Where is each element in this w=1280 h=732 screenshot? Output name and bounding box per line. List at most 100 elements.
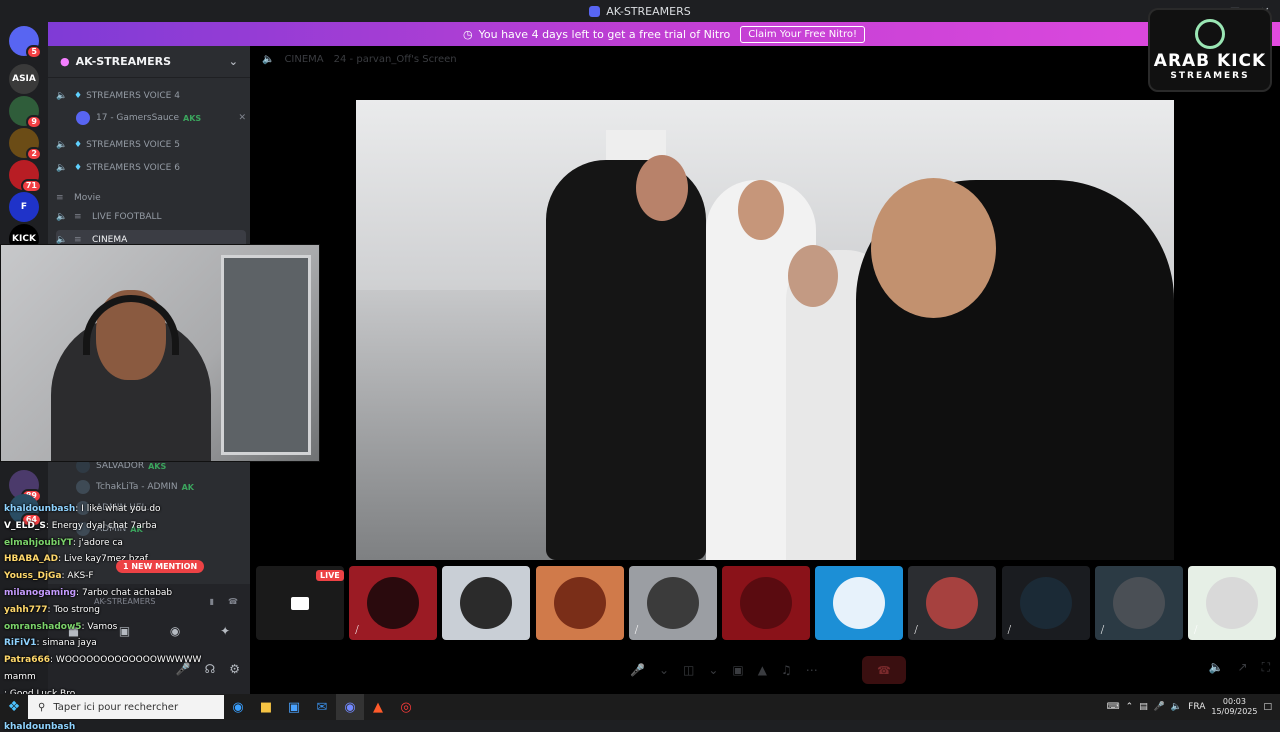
rocket-icon[interactable]: ✦ bbox=[220, 624, 230, 638]
voice-user[interactable]: ADMIN AK bbox=[76, 519, 246, 539]
chevron-up-icon[interactable]: ⌃ bbox=[1126, 702, 1134, 712]
windows-start-icon[interactable]: ❖ bbox=[0, 694, 28, 720]
server-icon[interactable]: 71 bbox=[9, 160, 42, 193]
chevron-down-icon[interactable]: ⌄ bbox=[229, 55, 238, 68]
gem-icon: ♦ bbox=[74, 163, 83, 173]
server-icon[interactable]: 64 bbox=[9, 494, 42, 527]
channel-streamers-voice-5[interactable]: 🔈 ♦ STREAMERS VOICE 5 bbox=[56, 135, 246, 155]
mail-icon[interactable]: ✉ bbox=[308, 694, 336, 720]
screen-share-icon[interactable]: ▣ bbox=[732, 663, 743, 677]
hangup-icon[interactable]: ☎ bbox=[228, 597, 238, 606]
participant-tile[interactable]: ⧸ bbox=[1094, 566, 1183, 640]
participant-tile[interactable] bbox=[442, 566, 531, 640]
brand-line-2: STREAMERS bbox=[1170, 71, 1250, 81]
input-language[interactable]: FRA bbox=[1188, 702, 1205, 712]
camera-icon[interactable]: ■ bbox=[68, 624, 79, 638]
server-label: KICK bbox=[12, 234, 36, 244]
chevron-down-icon[interactable]: ⌄ bbox=[659, 663, 669, 677]
screen-icon[interactable]: ▣ bbox=[119, 624, 130, 638]
server-badge: 9 bbox=[26, 115, 42, 129]
participant-avatar bbox=[926, 577, 979, 629]
voice-user[interactable]: 17 - GamersSauce AKS ✕ bbox=[76, 108, 246, 128]
user-panel: 🎤 ☊ ⚙ bbox=[48, 656, 250, 682]
muted-mic-icon: ⧸ bbox=[1007, 625, 1011, 636]
taskbar-clock[interactable]: 00:03 15/09/2025 bbox=[1211, 697, 1257, 717]
gamepad-icon[interactable]: ◉ bbox=[170, 624, 180, 638]
network-icon[interactable]: ▤ bbox=[1139, 702, 1148, 712]
participant-tile[interactable] bbox=[722, 566, 810, 640]
voice-user[interactable]: ADMIN HEL... bbox=[76, 498, 246, 518]
brave-icon[interactable]: ▲ bbox=[364, 694, 392, 720]
screen-share-video[interactable] bbox=[356, 100, 1174, 560]
guild-header[interactable]: ● AK-STREAMERS ⌄ bbox=[48, 46, 250, 78]
participant-avatar bbox=[1206, 577, 1258, 629]
file-explorer-icon[interactable]: ■ bbox=[252, 694, 280, 720]
microphone-icon[interactable]: 🎤 bbox=[1154, 702, 1165, 712]
participant-tile[interactable]: ⧸ bbox=[1188, 566, 1276, 640]
brand-emblem-icon bbox=[1195, 19, 1225, 49]
channel-streamers-voice-4[interactable]: 🔈 ♦ STREAMERS VOICE 4 bbox=[56, 86, 246, 106]
user-tag: AK bbox=[181, 482, 194, 492]
guild-icon: ● bbox=[60, 55, 70, 68]
server-icon[interactable]: F bbox=[9, 192, 39, 222]
server-icon[interactable]: 9 bbox=[9, 96, 42, 129]
user-tag: AK bbox=[130, 524, 143, 534]
discord-logo-icon bbox=[589, 5, 601, 17]
volume-icon[interactable]: 🔈 bbox=[1171, 702, 1182, 712]
claim-nitro-button[interactable]: Claim Your Free Nitro! bbox=[740, 25, 865, 43]
participant-tile[interactable]: ⧸ bbox=[1001, 566, 1090, 640]
participant-tile[interactable]: LIVE bbox=[256, 566, 344, 640]
channel-streamers-voice-6[interactable]: 🔈 ♦ STREAMERS VOICE 6 bbox=[56, 158, 246, 178]
participant-tile[interactable] bbox=[535, 566, 624, 640]
stage-right-controls: 🔈 ↗ ⛶ bbox=[1209, 660, 1270, 675]
avatar bbox=[76, 111, 90, 125]
discord-taskbar-icon[interactable]: ◉ bbox=[336, 694, 364, 720]
participant-avatar bbox=[833, 577, 886, 629]
notifications-icon[interactable]: □ bbox=[1263, 702, 1272, 712]
participant-tile[interactable] bbox=[815, 566, 904, 640]
gem-icon: ♦ bbox=[74, 91, 83, 101]
camera-off-icon[interactable]: ◫ bbox=[683, 663, 694, 677]
store-icon[interactable]: ▣ bbox=[280, 694, 308, 720]
edge-icon[interactable]: ◉ bbox=[224, 694, 252, 720]
obs-icon[interactable]: ◎ bbox=[392, 694, 420, 720]
screen-share-title: 24 - parvan_Off's Screen bbox=[333, 53, 457, 65]
keyboard-icon[interactable]: ⌨ bbox=[1107, 702, 1120, 712]
category-movie[interactable]: ≡ Movie bbox=[56, 188, 246, 208]
nitro-banner: ◷ You have 4 days left to get a free tri… bbox=[48, 22, 1280, 46]
popout-icon[interactable]: ↗ bbox=[1238, 660, 1248, 675]
channel-hash-icon: ≡ bbox=[74, 212, 82, 222]
chevron-down-icon[interactable]: ⌄ bbox=[708, 663, 718, 677]
gear-icon[interactable]: ⚙ bbox=[229, 662, 240, 676]
speaker-icon: 🔈 bbox=[56, 91, 68, 101]
participant-tile[interactable]: ⧸ bbox=[349, 566, 438, 640]
muted-mic-icon: ⧸ bbox=[914, 625, 918, 636]
participant-tile[interactable]: ⧸ bbox=[628, 566, 717, 640]
new-mention-badge[interactable]: 1 NEW MENTION bbox=[116, 560, 205, 573]
soundboard-icon[interactable]: ♫ bbox=[781, 663, 792, 677]
more-icon[interactable]: ⋯ bbox=[806, 663, 818, 677]
avatar bbox=[76, 522, 90, 536]
channel-live-football[interactable]: 🔈 ≡ LIVE FOOTBALL bbox=[56, 207, 246, 227]
nitro-clock-icon: ◷ bbox=[463, 27, 473, 41]
taskbar-search[interactable]: ⚲ Taper ici pour rechercher bbox=[28, 695, 224, 719]
voice-user-name: ADMIN bbox=[96, 524, 127, 534]
channel-name: STREAMERS VOICE 4 bbox=[86, 91, 180, 101]
fullscreen-icon[interactable]: ⛶ bbox=[1262, 660, 1270, 675]
server-icon[interactable]: 5 bbox=[9, 26, 42, 59]
headphones-icon bbox=[83, 295, 179, 355]
voice-user[interactable]: TchakLiTa - ADMIN AK bbox=[76, 477, 246, 497]
microphone-icon[interactable]: 🎤 bbox=[176, 662, 191, 676]
windows-taskbar: ❖ ⚲ Taper ici pour rechercher ◉ ■ ▣ ✉ ◉ … bbox=[0, 694, 1280, 720]
volume-icon[interactable]: 🔈 bbox=[1209, 660, 1224, 675]
call-controls: 🎤 ⌄ ◫ ⌄ ▣ ▲ ♫ ⋯ bbox=[630, 656, 818, 684]
activity-icon[interactable]: ▲ bbox=[758, 663, 767, 677]
disconnect-button[interactable]: ☎ bbox=[862, 656, 906, 684]
monitor-icon bbox=[291, 596, 309, 610]
server-icon[interactable]: 2 bbox=[9, 128, 42, 161]
headphones-icon[interactable]: ☊ bbox=[205, 662, 216, 676]
server-icon[interactable]: ASIA bbox=[9, 64, 39, 94]
microphone-icon[interactable]: 🎤 bbox=[630, 663, 645, 677]
participant-tile[interactable]: ⧸ bbox=[908, 566, 997, 640]
brand-logo: ARAB KICK STREAMERS bbox=[1148, 8, 1272, 92]
